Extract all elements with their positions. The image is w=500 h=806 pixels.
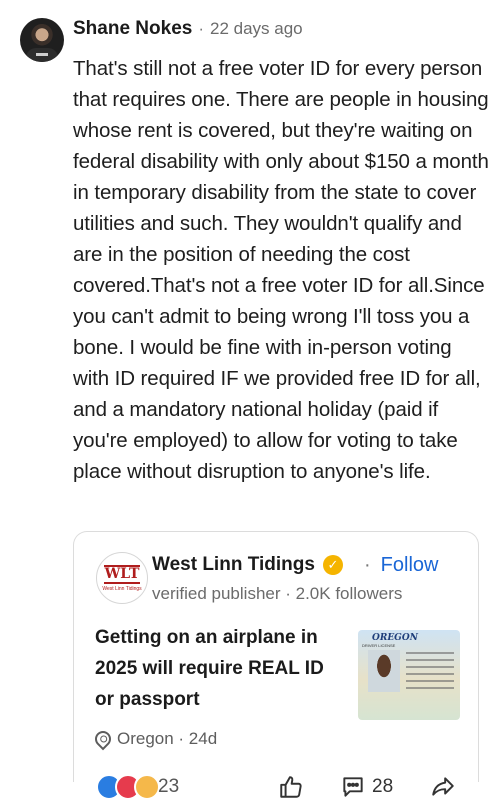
comment-body: That's still not a free voter ID for eve… — [73, 57, 489, 483]
follow-separator: · — [364, 554, 371, 576]
location-text: Oregon · 24d — [117, 729, 218, 748]
logo-text: WLT — [103, 564, 141, 584]
author-name[interactable]: Shane Nokes — [73, 18, 192, 40]
thumbs-up-icon[interactable] — [278, 774, 304, 806]
article-location: Oregon · 24d — [91, 727, 218, 751]
license-text-lines — [406, 652, 454, 694]
publisher-name-row: West Linn Tidings ✓ — [152, 554, 343, 576]
article-thumbnail[interactable]: OREGON DRIVER LICENSE — [358, 630, 460, 720]
reaction-count: 23 — [158, 776, 180, 797]
publisher-meta: verified publisher · 2.0K followers — [152, 584, 403, 603]
follow-button[interactable]: Follow — [381, 554, 439, 577]
article-headline[interactable]: Getting on an airplane in 2025 will requ… — [95, 622, 335, 715]
article-card[interactable]: WLT West Linn Tidings West Linn Tidings … — [73, 531, 479, 782]
reaction-stack[interactable] — [96, 774, 160, 800]
reply-count: 28 — [372, 776, 394, 797]
action-bar: 23 28 — [0, 766, 500, 806]
comment-header: Shane Nokes · 22 days ago — [73, 18, 303, 46]
publisher-logo[interactable]: WLT West Linn Tidings — [96, 552, 148, 604]
care-reaction-icon — [134, 774, 160, 800]
license-photo — [368, 650, 400, 692]
follow-wrap: · Follow — [364, 554, 438, 577]
comment-bubble-icon[interactable] — [340, 774, 366, 806]
avatar[interactable] — [20, 18, 64, 62]
verified-badge-icon: ✓ — [322, 555, 343, 575]
separator: · — [198, 19, 204, 38]
logo-subtext: West Linn Tidings — [102, 585, 142, 592]
location-pin-icon — [91, 727, 115, 751]
share-icon[interactable] — [430, 774, 456, 806]
thumbnail-caption: DRIVER LICENSE — [362, 643, 396, 648]
publisher-name[interactable]: West Linn Tidings — [152, 554, 315, 576]
comment-time: 22 days ago — [210, 19, 303, 38]
thumbnail-title: OREGON — [372, 633, 418, 643]
